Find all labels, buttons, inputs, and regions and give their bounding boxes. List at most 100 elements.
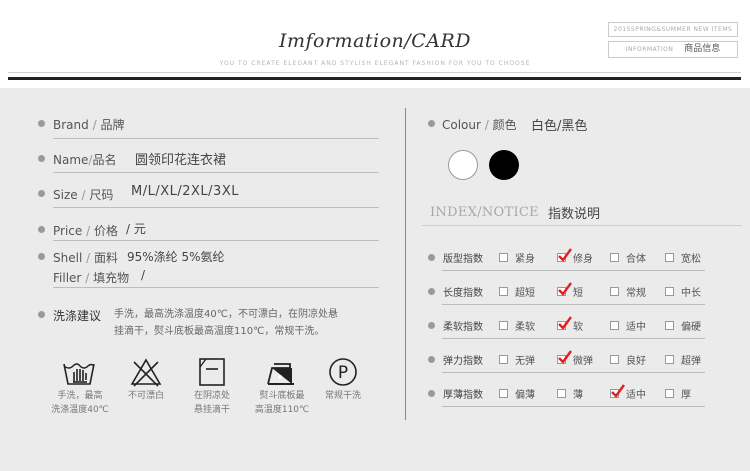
filler-label-cn: 填充物: [93, 271, 130, 285]
row-divider: [442, 270, 705, 271]
line-dry-shade-caption: 在阴凉处 悬挂滴干: [174, 389, 250, 417]
filler-label-sep: /: [85, 271, 90, 285]
brand-label-en: Brand: [53, 118, 89, 132]
no-bleach-icon: [126, 356, 166, 392]
index-option-label: 无弹: [515, 356, 535, 367]
dry-clean-caption-1: 常规干洗: [324, 391, 361, 401]
index-option-label: 紧身: [515, 254, 535, 265]
index-option-label: 良好: [626, 356, 646, 367]
row-divider: [53, 172, 379, 173]
brand-label-sep: /: [92, 118, 97, 132]
line-dry-shade-caption-2: 悬挂滴干: [193, 405, 230, 415]
size-label-sep: /: [81, 188, 86, 202]
checkbox[interactable]: [610, 355, 619, 364]
row-divider: [53, 207, 379, 208]
checkbox[interactable]: [665, 321, 674, 330]
season-tag: 2015SPRING&SUMMER NEW ITEMS: [608, 22, 738, 37]
name-value: 圆领印花连衣裙: [135, 153, 227, 168]
checkmark-icon: [558, 248, 572, 262]
colour-label-en: Colour: [442, 118, 481, 132]
row-divider: [442, 406, 705, 407]
size-label: Size / 尺码: [53, 186, 113, 203]
info-tag: INFORMATION 商品信息: [608, 41, 738, 58]
index-option-label: 薄: [573, 390, 583, 401]
price-label: Price / 价格: [53, 222, 118, 239]
checkbox[interactable]: [499, 389, 508, 398]
checkmark-icon: [611, 384, 625, 398]
info-tag-en: INFORMATION: [625, 46, 674, 53]
swatch-white: [448, 150, 478, 180]
filler-value: /: [141, 268, 146, 282]
index-option-label: 超短: [515, 288, 535, 299]
header-divider-thick: [8, 77, 741, 80]
price-label-sep: /: [86, 224, 91, 238]
card-subtitle: YOU TO CREATE ELEGANT AND STYLISH ELEGAN…: [219, 60, 531, 67]
filler-label-en: Filler: [53, 271, 82, 285]
bullet: [38, 311, 45, 318]
dry-clean-p-icon: P: [323, 356, 363, 392]
index-option-label: 软: [573, 322, 583, 333]
care-label: 洗涤建议: [53, 309, 102, 323]
index-row-name: 弹力指数: [443, 356, 483, 367]
checkbox[interactable]: [557, 389, 566, 398]
name-label-en: Name: [53, 153, 89, 167]
index-option-label: 偏硬: [681, 322, 701, 333]
no-bleach-caption: 不可漂白: [108, 389, 184, 403]
shell-label-cn: 面料: [93, 251, 118, 265]
checkbox[interactable]: [665, 287, 674, 296]
index-option-label: 柔软: [515, 322, 535, 333]
swatch-black: [489, 150, 519, 180]
bullet: [38, 120, 45, 127]
row-divider: [442, 372, 705, 373]
dry-clean-caption: 常规干洗: [305, 389, 381, 403]
index-divider: [422, 225, 742, 226]
line-dry-shade-caption-1: 在阴凉处: [193, 391, 230, 401]
hand-wash-icon: [60, 356, 100, 392]
index-row-name: 长度指数: [443, 288, 483, 299]
bullet: [428, 288, 435, 295]
checkbox[interactable]: [665, 389, 674, 398]
bullet: [38, 155, 45, 162]
shell-label-en: Shell: [53, 251, 83, 265]
checkmark-icon: [558, 316, 572, 330]
checkbox[interactable]: [499, 355, 508, 364]
row-divider: [442, 338, 705, 339]
index-option-label: 修身: [573, 254, 593, 265]
checkbox[interactable]: [610, 321, 619, 330]
index-option-label: 中长: [681, 288, 701, 299]
bullet: [428, 120, 435, 127]
hand-wash-caption-1: 手洗，最高: [57, 391, 103, 401]
hand-wash-caption-2: 洗涤温度40℃: [51, 405, 109, 415]
size-value: M/L/XL/2XL/3XL: [131, 184, 239, 199]
index-title-cn: 指数说明: [548, 207, 601, 222]
column-divider: [405, 108, 406, 420]
checkbox[interactable]: [499, 321, 508, 330]
hand-wash-caption: 手洗，最高 洗涤温度40℃: [42, 389, 118, 417]
bullet: [38, 226, 45, 233]
price-label-cn: 价格: [93, 224, 118, 238]
checkbox[interactable]: [499, 287, 508, 296]
index-option-label: 厚: [681, 390, 691, 401]
name-label-cn: 品名: [92, 153, 117, 167]
bullet: [38, 253, 45, 260]
shell-label-sep: /: [86, 251, 91, 265]
name-label: Name/品名: [53, 151, 116, 168]
index-row-name: 厚薄指数: [443, 390, 483, 401]
iron-caption-2: 高温度110℃: [254, 405, 310, 415]
brand-label-cn: 品牌: [100, 118, 125, 132]
bullet: [428, 356, 435, 363]
index-option-label: 宽松: [681, 254, 701, 265]
checkbox[interactable]: [499, 253, 508, 262]
no-bleach-caption-1: 不可漂白: [127, 391, 164, 401]
index-option-label: 适中: [626, 390, 646, 401]
row-divider: [442, 304, 705, 305]
checkbox[interactable]: [665, 253, 674, 262]
checkbox[interactable]: [610, 287, 619, 296]
shell-label: Shell / 面料: [53, 249, 118, 266]
checkbox[interactable]: [610, 253, 619, 262]
checkbox[interactable]: [665, 355, 674, 364]
size-label-cn: 尺码: [89, 188, 114, 202]
price-label-en: Price: [53, 224, 83, 238]
index-option-label: 短: [573, 288, 583, 299]
checkmark-icon: [558, 350, 572, 364]
